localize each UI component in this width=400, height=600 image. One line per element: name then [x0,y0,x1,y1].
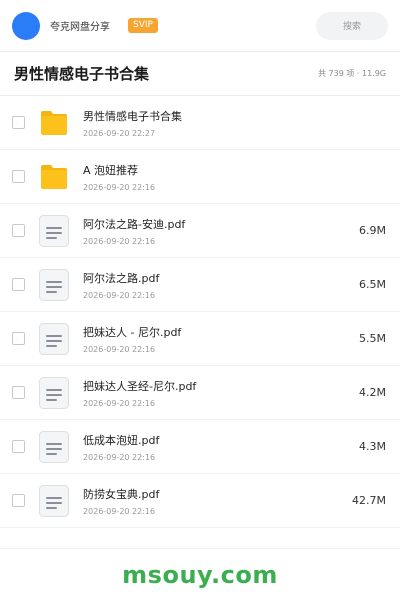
file-name: 男性情感电子书合集 [83,109,182,123]
row-info: 防捞女宝典.pdf 2026-09-20 22:16 [83,486,344,516]
file-row[interactable]: 把妹达人圣经-尼尔.pdf 2026-09-20 22:16 4.2M [0,366,400,420]
file-name: 阿尔法之路.pdf [83,271,160,285]
file-size: 4.2M [359,386,386,399]
file-row[interactable]: 阿尔法之路-安迪.pdf 2026-09-20 22:16 6.9M [0,204,400,258]
row-checkbox[interactable] [12,332,25,345]
row-info: 低成本泡妞.pdf 2026-09-20 22:16 [83,432,351,462]
row-info: 男性情感电子书合集 2026-09-20 22:27 [83,108,378,138]
document-icon [39,268,69,301]
file-list: 男性情感电子书合集 2026-09-20 22:27 A 泡妞推荐 2026-09-2… [0,96,400,528]
row-info: 阿尔法之路.pdf 2026-09-20 22:16 [83,270,351,300]
watermark: msouy.com [122,560,278,589]
file-name: 低成本泡妞.pdf [83,433,160,447]
folder-row[interactable]: 男性情感电子书合集 2026-09-20 22:27 [0,96,400,150]
file-date: 2026-09-20 22:27 [83,128,156,138]
svip-badge: SVIP [128,18,158,33]
row-info: A 泡妞推荐 2026-09-20 22:16 [83,162,378,192]
folder-row[interactable]: A 泡妞推荐 2026-09-20 22:16 [0,150,400,204]
folder-icon [39,107,69,139]
folder-meta: 共 739 项 · 11.9G [318,69,386,78]
file-date: 2026-09-20 22:16 [83,452,156,462]
file-date: 2026-09-20 22:16 [83,344,156,354]
row-checkbox[interactable] [12,494,25,507]
row-info: 把妹达人 - 尼尔.pdf 2026-09-20 22:16 [83,324,351,354]
file-row[interactable]: 防捞女宝典.pdf 2026-09-20 22:16 42.7M [0,474,400,528]
file-size: 5.5M [359,332,386,345]
file-name: A 泡妞推荐 [83,163,139,177]
app-name: 夸克网盘分享 [50,22,110,33]
file-row[interactable]: 低成本泡妞.pdf 2026-09-20 22:16 4.3M [0,420,400,474]
document-icon [39,322,69,355]
folder-header: 男性情感电子书合集 共 739 项 · 11.9G [0,52,400,96]
file-name: 把妹达人圣经-尼尔.pdf [83,379,197,393]
file-date: 2026-09-20 22:16 [83,506,156,516]
document-icon [39,430,69,463]
document-icon [39,214,69,247]
row-checkbox[interactable] [12,278,25,291]
file-name: 把妹达人 - 尼尔.pdf [83,325,182,339]
document-icon [39,484,69,517]
row-info: 把妹达人圣经-尼尔.pdf 2026-09-20 22:16 [83,378,351,408]
row-checkbox[interactable] [12,170,25,183]
row-checkbox[interactable] [12,440,25,453]
file-size: 42.7M [352,494,386,507]
file-row[interactable]: 阿尔法之路.pdf 2026-09-20 22:16 6.5M [0,258,400,312]
top-bar: 夸克网盘分享 SVIP 搜索 [0,0,400,52]
row-checkbox[interactable] [12,386,25,399]
file-date: 2026-09-20 22:16 [83,290,156,300]
file-date: 2026-09-20 22:16 [83,398,156,408]
file-size: 6.5M [359,278,386,291]
row-checkbox[interactable] [12,224,25,237]
file-name: 阿尔法之路-安迪.pdf [83,217,186,231]
row-checkbox[interactable] [12,116,25,129]
file-row[interactable]: 把妹达人 - 尼尔.pdf 2026-09-20 22:16 5.5M [0,312,400,366]
file-date: 2026-09-20 22:16 [83,182,156,192]
file-size: 6.9M [359,224,386,237]
row-info: 阿尔法之路-安迪.pdf 2026-09-20 22:16 [83,216,351,246]
file-size: 4.3M [359,440,386,453]
document-icon [39,376,69,409]
footer: msouy.com [0,548,400,600]
avatar[interactable] [12,11,40,40]
page-title: 男性情感电子书合集 [14,65,150,83]
search-input[interactable]: 搜索 [316,11,388,40]
file-date: 2026-09-20 22:16 [83,236,156,246]
file-name: 防捞女宝典.pdf [83,487,160,501]
folder-icon [39,161,69,193]
